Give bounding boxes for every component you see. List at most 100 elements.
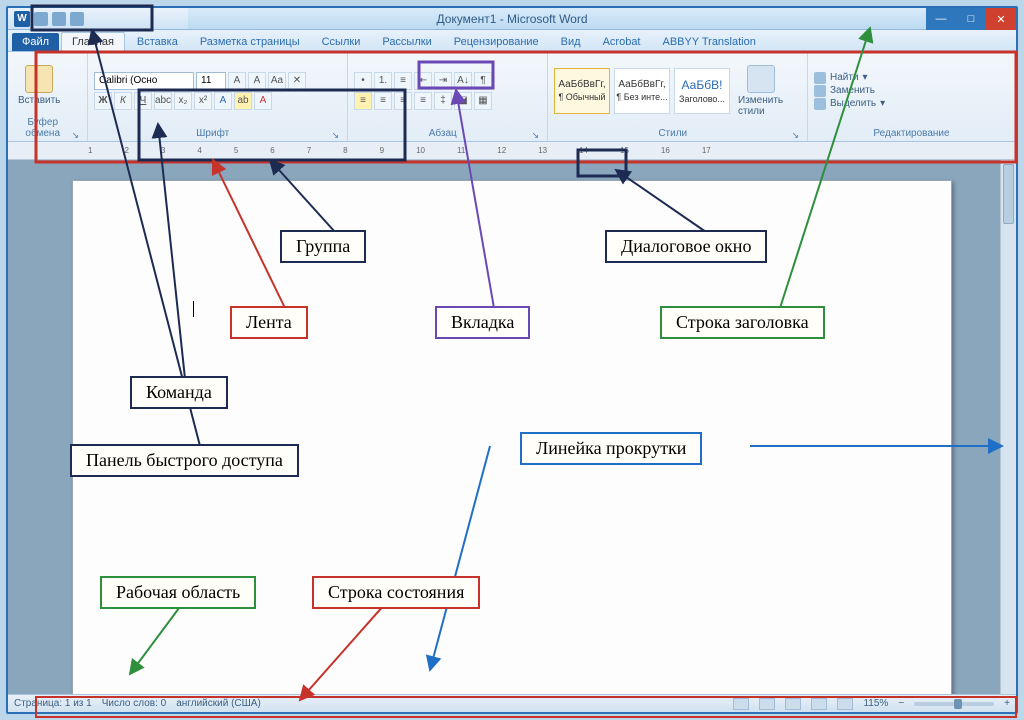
callout-tab: Вкладка [435,306,530,339]
text-effects-button[interactable]: A [214,92,232,110]
group-editing: Найти ▾ Заменить Выделить ▾ Редактирован… [808,52,1016,141]
view-outline-button[interactable] [811,698,827,710]
callout-ribbon: Лента [230,306,308,339]
tab-references[interactable]: Ссылки [312,33,371,51]
zoom-slider[interactable] [914,702,994,706]
group-font: Calibri (Осно 11 A A Aa ✕ Ж К Ч abc x₂ x… [88,52,348,141]
view-draft-button[interactable] [837,698,853,710]
qat-redo-icon[interactable] [70,12,84,26]
callout-qat: Панель быстрого доступа [70,444,299,477]
styles-launcher-icon[interactable]: ↘ [791,130,801,141]
sort-button[interactable]: A↓ [454,72,472,90]
callout-titlebar: Строка заголовка [660,306,825,339]
grow-font-button[interactable]: A [228,72,246,90]
qat-undo-icon[interactable] [52,12,66,26]
find-button[interactable]: Найти ▾ [814,72,885,84]
shading-button[interactable]: ◪ [454,92,472,110]
horizontal-ruler[interactable]: 1 2 3 4 5 6 7 8 9 10 11 12 13 14 15 16 1… [8,142,1016,160]
tab-insert[interactable]: Вставка [127,33,188,51]
callout-workarea: Рабочая область [100,576,256,609]
select-icon [814,98,826,110]
quick-access-toolbar[interactable]: W [8,8,188,30]
vertical-scrollbar[interactable] [1000,160,1016,694]
minimize-button[interactable]: — [926,8,956,30]
replace-button[interactable]: Заменить [814,85,885,97]
status-bar: Страница: 1 из 1 Число слов: 0 английски… [8,694,1016,712]
subscript-button[interactable]: x₂ [174,92,192,110]
zoom-out-button[interactable]: − [898,698,904,709]
strike-button[interactable]: abc [154,92,172,110]
show-marks-button[interactable]: ¶ [474,72,492,90]
multilevel-button[interactable]: ≡ [394,72,412,90]
group-styles: АаБбВвГг, ¶ Обычный АаБбВвГг, ¶ Без инте… [548,52,808,141]
group-paragraph: • 1. ≡ ⇤ ⇥ A↓ ¶ ≡ ≡ ≡ ≡ ‡ ◪ [348,52,548,141]
font-size-combo[interactable]: 11 [196,72,226,90]
align-left-button[interactable]: ≡ [354,92,372,110]
tab-acrobat[interactable]: Acrobat [593,33,651,51]
indent-inc-button[interactable]: ⇥ [434,72,452,90]
clear-format-button[interactable]: ✕ [288,72,306,90]
close-button[interactable]: ✕ [986,8,1016,30]
tab-view[interactable]: Вид [551,33,591,51]
callout-dialog: Диалоговое окно [605,230,767,263]
tab-home[interactable]: Главная [61,32,125,51]
ribbon: Вставить Буфер обмена ↘ Calibri (Осно 11… [8,52,1016,142]
bullets-button[interactable]: • [354,72,372,90]
maximize-button[interactable]: □ [956,8,986,30]
indent-dec-button[interactable]: ⇤ [414,72,432,90]
tab-review[interactable]: Рецензирование [444,33,549,51]
zoom-in-button[interactable]: + [1004,698,1010,709]
tab-mailings[interactable]: Рассылки [372,33,441,51]
font-name-combo[interactable]: Calibri (Осно [94,72,194,90]
borders-button[interactable]: ▦ [474,92,492,110]
view-web-button[interactable] [785,698,801,710]
zoom-slider-thumb[interactable] [954,699,962,709]
font-launcher-icon[interactable]: ↘ [331,130,341,141]
line-spacing-button[interactable]: ‡ [434,92,452,110]
view-fullscreen-button[interactable] [759,698,775,710]
align-right-button[interactable]: ≡ [394,92,412,110]
align-center-button[interactable]: ≡ [374,92,392,110]
change-styles-button[interactable]: Изменить стили [734,63,787,119]
underline-button[interactable]: Ч [134,92,152,110]
align-justify-button[interactable]: ≡ [414,92,432,110]
style-normal[interactable]: АаБбВвГг, ¶ Обычный [554,68,610,114]
font-color-button[interactable]: A [254,92,272,110]
view-print-layout-button[interactable] [733,698,749,710]
text-cursor [193,301,194,317]
window-controls: — □ ✕ [926,8,1016,30]
status-page[interactable]: Страница: 1 из 1 [14,698,92,709]
numbering-button[interactable]: 1. [374,72,392,90]
paste-button[interactable]: Вставить [14,63,64,108]
callout-statusbar: Строка состояния [312,576,480,609]
tab-page-layout[interactable]: Разметка страницы [190,33,310,51]
style-no-spacing[interactable]: АаБбВвГг, ¶ Без инте... [614,68,670,114]
page[interactable] [72,180,952,694]
shrink-font-button[interactable]: A [248,72,266,90]
find-icon [814,72,826,84]
replace-icon [814,85,826,97]
select-button[interactable]: Выделить ▾ [814,98,885,110]
paragraph-launcher-icon[interactable]: ↘ [531,130,541,141]
change-styles-icon [747,65,775,93]
callout-command: Команда [130,376,228,409]
paste-icon [25,65,53,93]
italic-button[interactable]: К [114,92,132,110]
scrollbar-thumb[interactable] [1003,164,1014,224]
bold-button[interactable]: Ж [94,92,112,110]
zoom-value[interactable]: 115% [863,698,888,709]
qat-save-icon[interactable] [34,12,48,26]
clipboard-launcher-icon[interactable]: ↘ [71,130,81,141]
style-heading1[interactable]: АаБбВ! Заголово... [674,68,730,114]
document-area[interactable] [8,160,1016,694]
highlight-button[interactable]: ab [234,92,252,110]
group-clipboard: Вставить Буфер обмена ↘ [8,52,88,141]
change-case-button[interactable]: Aa [268,72,286,90]
callout-scrollbar: Линейка прокрутки [520,432,702,465]
superscript-button[interactable]: x² [194,92,212,110]
status-words[interactable]: Число слов: 0 [102,698,166,709]
tab-abbyy[interactable]: ABBYY Translation [653,33,766,51]
tab-file[interactable]: Файл [12,33,59,51]
status-language[interactable]: английский (США) [176,698,261,709]
callout-group: Группа [280,230,366,263]
